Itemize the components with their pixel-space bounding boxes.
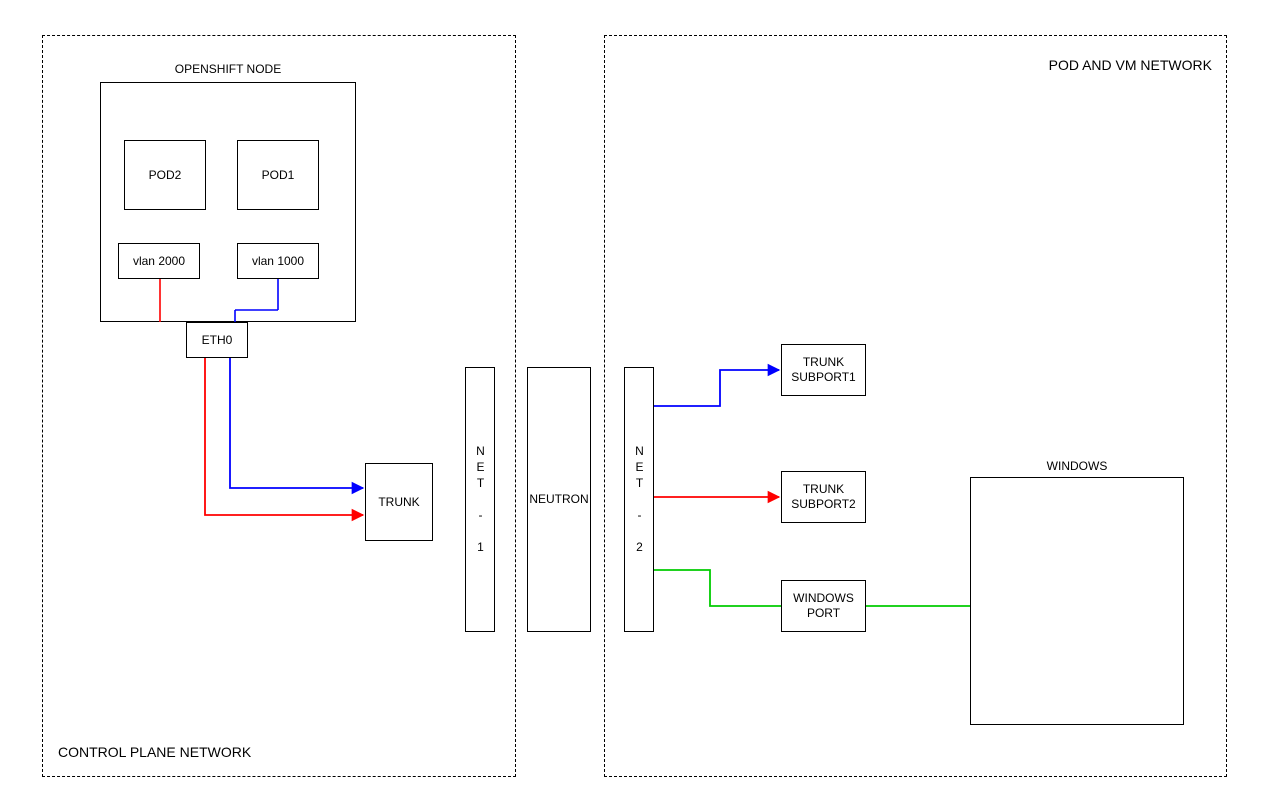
openshift-node-title: OPENSHIFT NODE bbox=[100, 62, 356, 76]
windows-port-box: WINDOWS PORT bbox=[781, 580, 866, 632]
net1-box: NET - 1 bbox=[465, 367, 495, 632]
pod1-box: POD1 bbox=[237, 140, 319, 210]
vlan2000-label: vlan 2000 bbox=[133, 254, 185, 269]
neutron-box: NEUTRON bbox=[527, 367, 591, 632]
windows-title: WINDOWS bbox=[970, 459, 1184, 473]
pod2-label: POD2 bbox=[149, 168, 182, 183]
diagram-canvas: CONTROL PLANE NETWORK POD AND VM NETWORK… bbox=[0, 0, 1262, 802]
windows-port-label: WINDOWS PORT bbox=[784, 591, 863, 621]
eth0-box: ETH0 bbox=[186, 322, 248, 358]
vlan1000-label: vlan 1000 bbox=[252, 254, 304, 269]
pod1-label: POD1 bbox=[262, 168, 295, 183]
trunk-subport1-label: TRUNK SUBPORT1 bbox=[784, 355, 863, 385]
trunk-subport2-label: TRUNK SUBPORT2 bbox=[784, 482, 863, 512]
trunk-label: TRUNK bbox=[378, 495, 419, 510]
region-pod-vm-label: POD AND VM NETWORK bbox=[1049, 57, 1212, 73]
trunk-box: TRUNK bbox=[365, 463, 433, 541]
pod2-box: POD2 bbox=[124, 140, 206, 210]
trunk-subport2-box: TRUNK SUBPORT2 bbox=[781, 471, 866, 523]
neutron-label: NEUTRON bbox=[529, 492, 588, 507]
vlan1000-box: vlan 1000 bbox=[237, 243, 319, 279]
net2-label: NET - 2 bbox=[632, 444, 647, 556]
trunk-subport1-box: TRUNK SUBPORT1 bbox=[781, 344, 866, 396]
net1-label: NET - 1 bbox=[473, 444, 488, 556]
windows-box bbox=[970, 477, 1184, 725]
vlan2000-box: vlan 2000 bbox=[118, 243, 200, 279]
net2-box: NET - 2 bbox=[624, 367, 654, 632]
region-control-plane-label: CONTROL PLANE NETWORK bbox=[58, 744, 251, 760]
eth0-label: ETH0 bbox=[202, 333, 233, 348]
